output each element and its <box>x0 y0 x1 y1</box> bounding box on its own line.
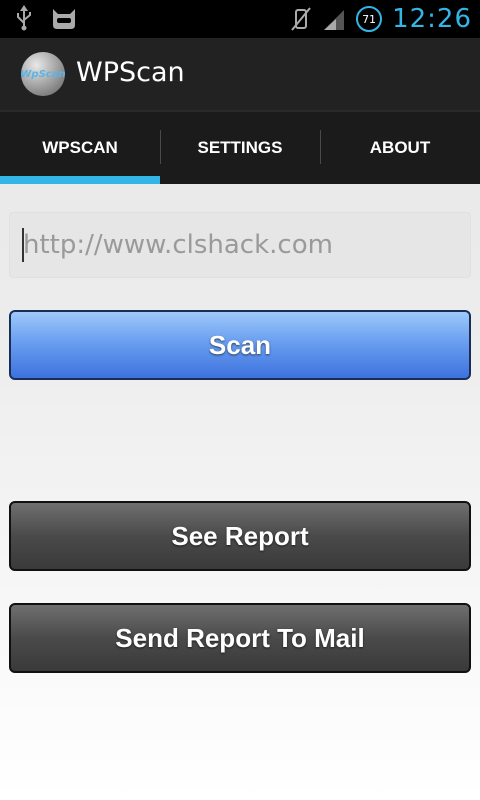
text-cursor <box>22 228 24 262</box>
tab-label: WPSCAN <box>42 138 118 157</box>
status-bar: 71 12:26 <box>0 0 480 38</box>
action-bar: WpScan WPScan <box>0 38 480 110</box>
app-title: WPScan <box>76 57 185 88</box>
url-input[interactable] <box>9 212 471 278</box>
signal-icon <box>322 6 346 32</box>
scan-button[interactable]: Scan <box>9 310 471 380</box>
tab-bar: WPSCAN SETTINGS ABOUT <box>0 110 480 184</box>
tab-wpscan[interactable]: WPSCAN <box>0 112 160 184</box>
tab-settings[interactable]: SETTINGS <box>160 112 320 184</box>
usb-icon <box>14 5 34 31</box>
send-report-button[interactable]: Send Report To Mail <box>9 603 471 673</box>
app-logo-icon[interactable]: WpScan <box>20 52 66 96</box>
tab-about[interactable]: ABOUT <box>320 112 480 184</box>
clock: 12:26 <box>392 4 472 34</box>
vibrate-off-icon <box>290 6 312 32</box>
battery-icon: 71 <box>356 6 383 32</box>
see-report-button[interactable]: See Report <box>9 501 471 571</box>
tab-label: SETTINGS <box>197 138 283 157</box>
tab-label: ABOUT <box>369 138 431 157</box>
cyanogen-icon <box>50 5 78 31</box>
